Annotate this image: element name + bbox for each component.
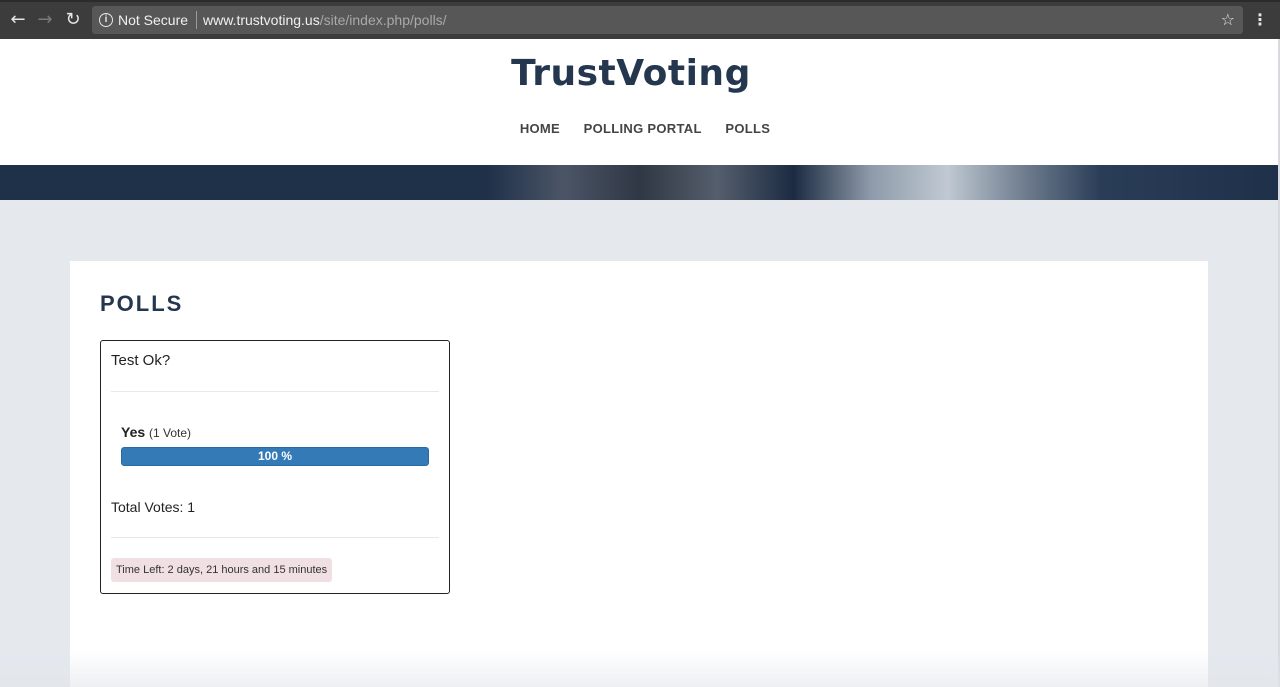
- security-label[interactable]: Not Secure: [118, 12, 188, 28]
- url-path: /site/index.php/polls/: [319, 12, 447, 28]
- reload-icon[interactable]: ↻: [63, 10, 83, 30]
- nav-polls[interactable]: POLLS: [725, 121, 770, 136]
- content-card: POLLS Test Ok? Yes (1 Vote) 100 % Total …: [70, 261, 1208, 687]
- address-bar[interactable]: i Not Secure www.trustvoting.us/site/ind…: [92, 6, 1243, 34]
- page-title: POLLS: [100, 291, 184, 316]
- url-text[interactable]: www.trustvoting.us/site/index.php/polls/: [203, 12, 447, 28]
- main-nav: HOME POLLING PORTAL POLLS: [0, 121, 1280, 136]
- star-icon[interactable]: ☆: [1221, 10, 1235, 29]
- poll-widget: Test Ok? Yes (1 Vote) 100 % Total Votes:…: [100, 340, 450, 594]
- tab-strip-edge: [0, 0, 1280, 2]
- url-domain: www.trustvoting.us: [203, 12, 320, 28]
- progress-fill: 100 %: [121, 447, 429, 466]
- time-left-badge: Time Left: 2 days, 21 hours and 15 minut…: [111, 558, 333, 582]
- address-separator: [196, 11, 197, 29]
- site-header: TrustVoting HOME POLLING PORTAL POLLS: [0, 39, 1280, 165]
- poll-question: Test Ok?: [111, 352, 171, 369]
- forward-icon[interactable]: →: [35, 10, 55, 30]
- total-votes: Total Votes: 1: [111, 499, 196, 515]
- divider: [111, 391, 439, 392]
- browser-toolbar: ← → ↻ i Not Secure www.trustvoting.us/si…: [0, 0, 1280, 39]
- site-logo[interactable]: TrustVoting: [0, 53, 1262, 94]
- answer-progress-bar: 100 %: [121, 447, 429, 466]
- answer-votes: (1 Vote): [149, 426, 192, 440]
- poll-answer: Yes (1 Vote): [121, 424, 191, 440]
- nav-polling-portal[interactable]: POLLING PORTAL: [584, 121, 702, 136]
- back-icon[interactable]: ←: [8, 10, 28, 30]
- answer-label: Yes: [121, 424, 146, 440]
- hero-banner: [0, 165, 1280, 200]
- info-icon[interactable]: i: [99, 13, 113, 27]
- divider: [111, 537, 439, 538]
- nav-home[interactable]: HOME: [520, 121, 560, 136]
- kebab-menu-icon[interactable]: ⋮: [1252, 9, 1268, 31]
